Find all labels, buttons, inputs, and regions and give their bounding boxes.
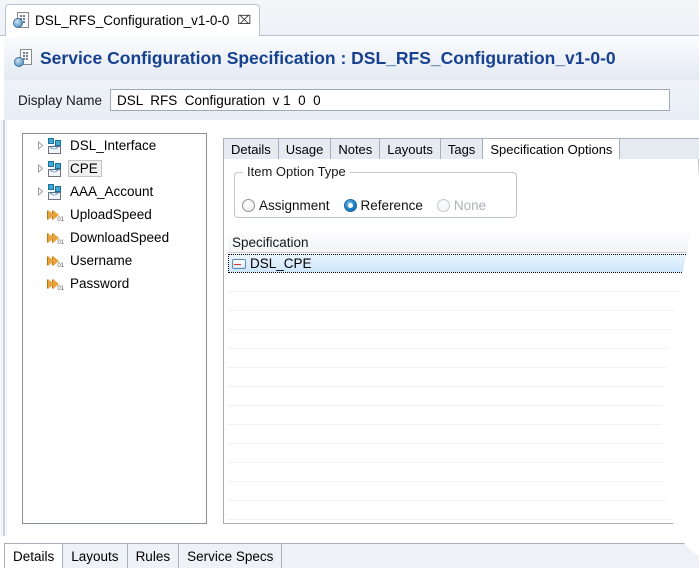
bottom-tab-label: Details — [13, 549, 54, 564]
radio-reference[interactable]: Reference — [344, 198, 423, 213]
specification-empty-row — [228, 311, 694, 330]
specification-empty-row — [228, 349, 694, 368]
specification-empty-row — [228, 501, 694, 520]
bottom-tabs[interactable]: Details Layouts Rules Service Specs — [4, 543, 699, 569]
specification-row[interactable]: DSL_CPE — [228, 254, 694, 273]
bottom-tab-rules[interactable]: Rules — [127, 543, 180, 568]
tree-item-label: Username — [68, 252, 136, 269]
bottom-tab-details[interactable]: Details — [4, 543, 63, 568]
item-option-type-radios[interactable]: Assignment Reference None — [234, 195, 517, 215]
tab-label: Specification Options — [490, 142, 612, 157]
bottom-tabs-filler — [281, 543, 699, 568]
specification-column-header: Specification — [228, 233, 694, 253]
tree-item-downloadspeed[interactable]: 01DownloadSpeed — [23, 226, 206, 249]
editor-tab-dsl-rfs-configuration[interactable]: DSL_RFS_Configuration_v1-0-0 ⌧ — [5, 4, 260, 35]
bottom-tab-service-specs[interactable]: Service Specs — [178, 543, 282, 568]
radio-label: Assignment — [259, 198, 330, 213]
tree-item-dsl_interface[interactable]: DSL_Interface — [23, 134, 206, 157]
composite-node-icon — [47, 138, 64, 154]
specification-column-label: Specification — [232, 235, 309, 250]
attribute-node-icon: 01 — [47, 207, 64, 223]
attribute-node-icon: 01 — [47, 230, 64, 246]
specification-icon — [232, 259, 246, 269]
attribute-node-icon: 01 — [47, 253, 64, 269]
bottom-tab-layouts[interactable]: Layouts — [62, 543, 127, 568]
tree-item-cpe[interactable]: CPE — [23, 157, 206, 180]
form-header: Service Configuration Specification : DS… — [4, 36, 699, 80]
tab-label: Tags — [448, 142, 475, 157]
tab-notes[interactable]: Notes — [330, 138, 380, 160]
tree-item-username[interactable]: 01Username — [23, 249, 206, 272]
tab-specification-options[interactable]: Specification Options — [482, 138, 620, 160]
editor-tab-strip: DSL_RFS_Configuration_v1-0-0 ⌧ — [0, 0, 699, 36]
specification-empty-row — [228, 330, 694, 349]
tree-item-password[interactable]: 01Password — [23, 272, 206, 295]
specification-empty-row — [228, 482, 694, 501]
tab-usage[interactable]: Usage — [278, 138, 332, 160]
radio-assignment[interactable]: Assignment — [242, 198, 330, 213]
specification-empty-row — [228, 463, 694, 482]
specification-empty-row — [228, 425, 694, 444]
specification-empty-row — [228, 387, 694, 406]
specification-empty-row — [228, 444, 694, 463]
section-tabs-filler — [619, 138, 699, 160]
specification-empty-row — [228, 273, 694, 292]
specification-row-label: DSL_CPE — [250, 256, 312, 271]
tab-tags[interactable]: Tags — [440, 138, 483, 160]
chevron-right-icon[interactable] — [33, 187, 47, 196]
item-option-type-legend: Item Option Type — [243, 164, 350, 179]
left-rail-mid — [3, 120, 5, 536]
radio-label: Reference — [361, 198, 423, 213]
page-title: Service Configuration Specification : DS… — [40, 48, 616, 69]
tab-details[interactable]: Details — [223, 138, 279, 160]
tree-item-label: DownloadSpeed — [68, 229, 173, 246]
tab-layouts[interactable]: Layouts — [379, 138, 441, 160]
display-name-input[interactable]: DSL RFS Configuration v 1 0 0 — [110, 89, 670, 111]
chevron-right-icon[interactable] — [33, 164, 47, 173]
radio-label: None — [454, 198, 486, 213]
close-icon[interactable]: ⌧ — [237, 14, 251, 26]
left-rail-outer — [1, 120, 2, 536]
specification-list[interactable]: DSL_CPE — [228, 254, 694, 509]
bottom-spacer — [0, 536, 699, 543]
chevron-right-icon[interactable] — [33, 141, 47, 150]
display-name-row: Display Name DSL RFS Configuration v 1 0… — [4, 80, 699, 120]
bottom-tab-label: Rules — [136, 549, 171, 564]
tree-item-label: AAA_Account — [68, 183, 157, 200]
composite-node-icon — [47, 184, 64, 200]
tree-item-uploadspeed[interactable]: 01UploadSpeed — [23, 203, 206, 226]
tab-label: Usage — [286, 142, 324, 157]
tab-label: Layouts — [387, 142, 433, 157]
tab-label: Details — [231, 142, 271, 157]
tab-label: Notes — [338, 142, 372, 157]
radio-none: None — [437, 198, 486, 213]
editor-section-tabs[interactable]: Details Usage Notes Layouts Tags Specificatio… — [223, 137, 699, 160]
radio-selected-icon[interactable] — [344, 199, 357, 212]
specification-empty-row — [228, 406, 694, 425]
tree-item-aaa_account[interactable]: AAA_Account — [23, 180, 206, 203]
display-name-label: Display Name — [18, 93, 102, 108]
specification-empty-row — [228, 292, 694, 311]
tree-item-label: CPE — [68, 160, 102, 177]
radio-unselected-icon — [437, 199, 450, 212]
service-config-icon — [13, 12, 29, 28]
attribute-node-icon: 01 — [47, 276, 64, 292]
specification-empty-row — [228, 368, 694, 387]
service-config-icon — [14, 49, 32, 67]
bottom-tab-label: Service Specs — [187, 549, 273, 564]
editor-tab-label: DSL_RFS_Configuration_v1-0-0 — [35, 13, 229, 28]
left-rail-inner — [6, 120, 7, 536]
bottom-tab-label: Layouts — [71, 549, 118, 564]
editor-window: DSL_RFS_Configuration_v1-0-0 ⌧ Service C… — [0, 0, 699, 576]
structure-tree[interactable]: DSL_InterfaceCPEAAA_Account01UploadSpeed… — [22, 133, 207, 524]
tree-item-label: DSL_Interface — [68, 137, 160, 154]
tree-item-label: UploadSpeed — [68, 206, 156, 223]
tree-item-label: Password — [68, 275, 133, 292]
composite-node-icon — [47, 161, 64, 177]
radio-unselected-icon[interactable] — [242, 199, 255, 212]
